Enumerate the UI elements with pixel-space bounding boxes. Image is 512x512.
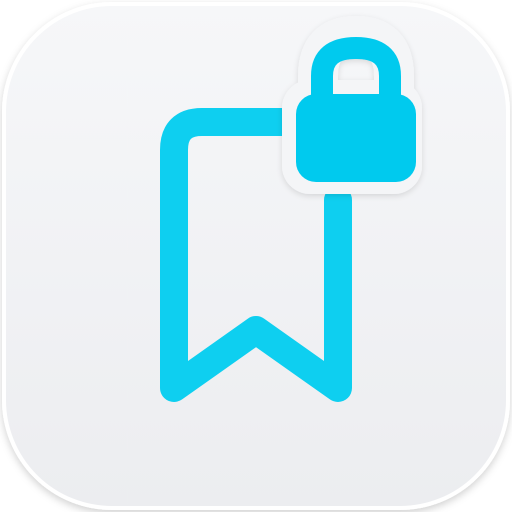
app-icon-canvas xyxy=(0,0,512,512)
app-icon[interactable] xyxy=(0,0,512,512)
icon-tile xyxy=(2,2,510,510)
